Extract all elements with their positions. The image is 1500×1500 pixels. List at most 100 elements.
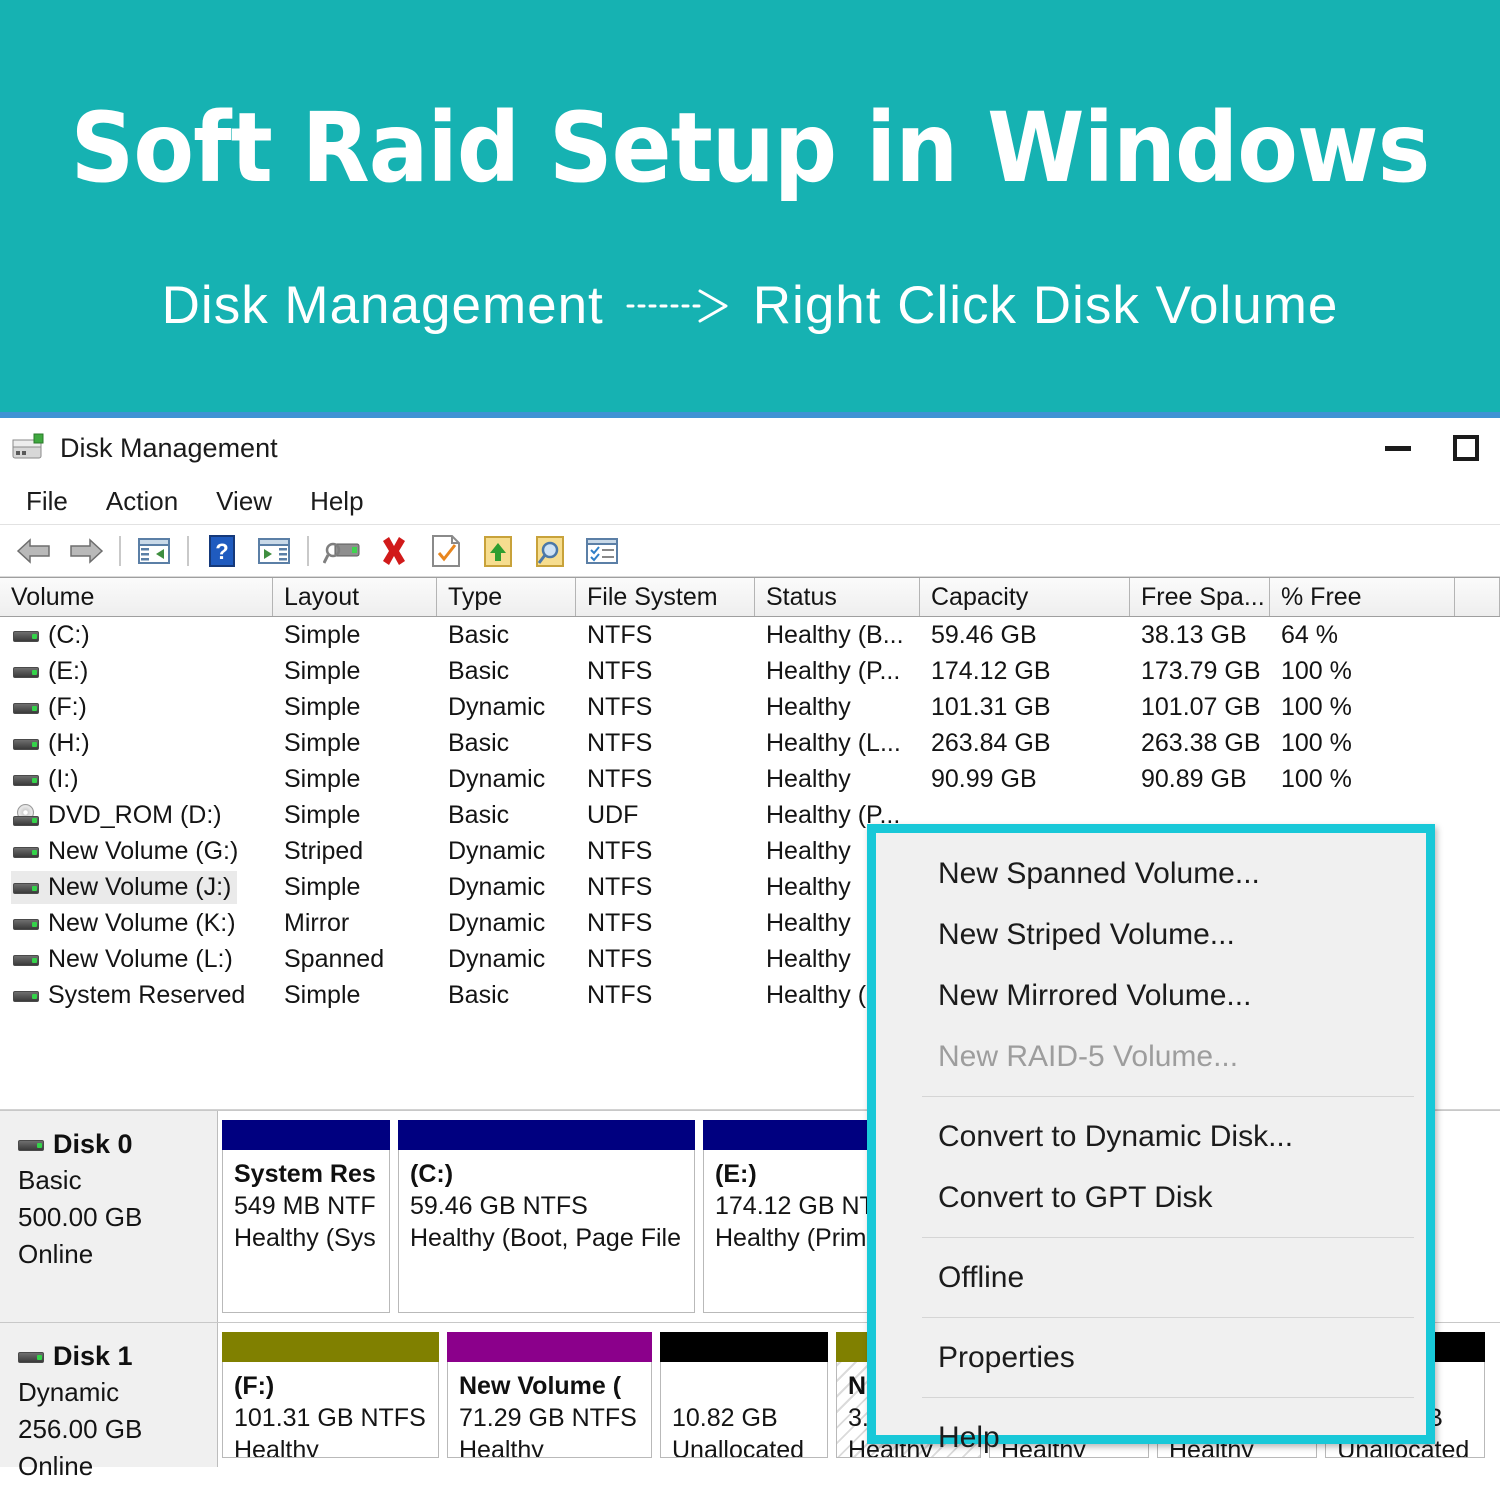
volume-label: (E:) (48, 657, 88, 686)
cell-volume: DVD_ROM (D:) (0, 799, 273, 832)
help-button[interactable]: ? (196, 529, 248, 573)
toolbar: ? (0, 525, 1500, 577)
column-header-capacity[interactable]: Capacity (920, 578, 1130, 616)
cell-layout: Simple (273, 657, 437, 686)
minimize-button[interactable] (1364, 418, 1432, 478)
properties-button[interactable] (420, 529, 472, 573)
disk-name: Disk 0 (18, 1129, 217, 1160)
export-list-button[interactable] (472, 529, 524, 573)
partition-color-bar (398, 1120, 695, 1150)
menu-item-view[interactable]: View (197, 478, 291, 525)
column-header-layout[interactable]: Layout (273, 578, 437, 616)
menu-item-action[interactable]: Action (87, 478, 197, 525)
cell-volume: (I:) (0, 763, 273, 796)
cell-volume: (H:) (0, 727, 273, 760)
volume-label: New Volume (K:) (48, 909, 236, 938)
menu-bar: FileActionViewHelp (0, 478, 1500, 525)
disk-partition[interactable]: (F:)101.31 GB NTFSHealthy (222, 1332, 439, 1458)
volume-label: New Volume (G:) (48, 837, 238, 866)
checklist-button[interactable] (576, 529, 628, 573)
window-controls (1364, 418, 1500, 478)
disk-volume-icon (13, 880, 39, 895)
disk-info-panel[interactable]: Disk 1Dynamic256.00 GBOnline (0, 1323, 218, 1467)
context-menu-item-convert-to-dynamic-disk[interactable]: Convert to Dynamic Disk... (876, 1106, 1426, 1167)
cell-layout: Striped (273, 837, 437, 866)
disk-type: Dynamic (18, 1376, 217, 1409)
context-menu-item-help[interactable]: Help (876, 1407, 1426, 1468)
search-folder-button[interactable] (524, 529, 576, 573)
disk-info-panel[interactable]: Disk 0Basic500.00 GBOnline (0, 1111, 218, 1322)
cell-capacity: 59.46 GB (920, 621, 1130, 650)
show-hide-action-pane-button[interactable] (248, 529, 300, 573)
partition-color-bar (222, 1332, 439, 1362)
cd-drive-icon (13, 804, 39, 826)
partition-title (672, 1372, 827, 1401)
disk-partition[interactable]: System Res549 MB NTFHealthy (Sys (222, 1120, 390, 1313)
context-menu-divider (922, 1237, 1414, 1238)
cell-type: Dynamic (437, 945, 576, 974)
cell-percent-free: 100 % (1270, 765, 1455, 794)
volume-name-group: New Volume (L:) (11, 943, 239, 976)
delete-button[interactable] (368, 529, 420, 573)
partition-size: 10.82 GB (672, 1404, 827, 1433)
cell-status: Healthy (B... (755, 621, 920, 650)
partition-size: 101.31 GB NTFS (234, 1404, 438, 1433)
column-header-blank[interactable] (1455, 578, 1500, 616)
volume-row[interactable]: (F:)SimpleDynamicNTFSHealthy101.31 GB101… (0, 689, 1500, 725)
back-button[interactable] (8, 529, 60, 573)
svg-text:?: ? (215, 539, 228, 564)
forward-button[interactable] (60, 529, 112, 573)
partition-color-bar (660, 1332, 828, 1362)
volume-name-group: (C:) (11, 619, 96, 652)
disk-volume-icon (13, 736, 39, 751)
disk-volume-icon (13, 952, 39, 967)
cell-file-system: NTFS (576, 873, 755, 902)
rescan-disks-button[interactable] (316, 529, 368, 573)
context-menu-item-new-mirrored-volume[interactable]: New Mirrored Volume... (876, 965, 1426, 1026)
disk-size: 256.00 GB (18, 1413, 217, 1446)
disk-management-icon (12, 433, 46, 463)
disk-volume-icon (13, 916, 39, 931)
show-hide-console-tree-button[interactable] (128, 529, 180, 573)
partition-body: 10.82 GBUnallocated (660, 1362, 828, 1458)
cell-file-system: NTFS (576, 729, 755, 758)
context-menu-item-offline[interactable]: Offline (876, 1247, 1426, 1308)
context-menu-item-new-striped-volume[interactable]: New Striped Volume... (876, 904, 1426, 965)
column-header-file-system[interactable]: File System (576, 578, 755, 616)
cell-type: Dynamic (437, 837, 576, 866)
disk-name-label: Disk 1 (53, 1341, 133, 1372)
column-header-status[interactable]: Status (755, 578, 920, 616)
cell-type: Dynamic (437, 765, 576, 794)
menu-item-file[interactable]: File (7, 478, 87, 525)
disk-partition[interactable]: New Volume (71.29 GB NTFSHealthy (447, 1332, 652, 1458)
volume-row[interactable]: (E:)SimpleBasicNTFSHealthy (P...174.12 G… (0, 653, 1500, 689)
disk-icon (18, 1137, 44, 1152)
volume-row[interactable]: (I:)SimpleDynamicNTFSHealthy90.99 GB90.8… (0, 761, 1500, 797)
cell-file-system: NTFS (576, 837, 755, 866)
cell-volume: New Volume (G:) (0, 835, 273, 868)
volume-row[interactable]: (H:)SimpleBasicNTFSHealthy (L...263.84 G… (0, 725, 1500, 761)
menu-item-help[interactable]: Help (291, 478, 382, 525)
disk-partition[interactable]: (C:)59.46 GB NTFSHealthy (Boot, Page Fil… (398, 1120, 695, 1313)
context-menu-item-properties[interactable]: Properties (876, 1327, 1426, 1388)
toolbar-separator (119, 536, 121, 566)
disk-volume-icon (13, 988, 39, 1003)
volume-name-group: DVD_ROM (D:) (11, 799, 228, 832)
toolbar-separator (307, 536, 309, 566)
context-menu-item-new-spanned-volume[interactable]: New Spanned Volume... (876, 843, 1426, 904)
volume-name-group: (I:) (11, 763, 85, 796)
maximize-button[interactable] (1432, 418, 1500, 478)
cell-volume: New Volume (K:) (0, 907, 273, 940)
disk-partition[interactable]: 10.82 GBUnallocated (660, 1332, 828, 1458)
column-header-free-spa[interactable]: Free Spa... (1130, 578, 1270, 616)
disk-icon (18, 1349, 44, 1364)
context-menu-item-convert-to-gpt-disk[interactable]: Convert to GPT Disk (876, 1167, 1426, 1228)
cell-status: Healthy (P... (755, 657, 920, 686)
volume-row[interactable]: (C:)SimpleBasicNTFSHealthy (B...59.46 GB… (0, 617, 1500, 653)
column-header-type[interactable]: Type (437, 578, 576, 616)
column-header--free[interactable]: % Free (1270, 578, 1455, 616)
hero-subtitle-right: Right Click Disk Volume (753, 275, 1339, 336)
volume-list-header: VolumeLayoutTypeFile SystemStatusCapacit… (0, 577, 1500, 617)
partition-color-bar (222, 1120, 390, 1150)
column-header-volume[interactable]: Volume (0, 578, 273, 616)
